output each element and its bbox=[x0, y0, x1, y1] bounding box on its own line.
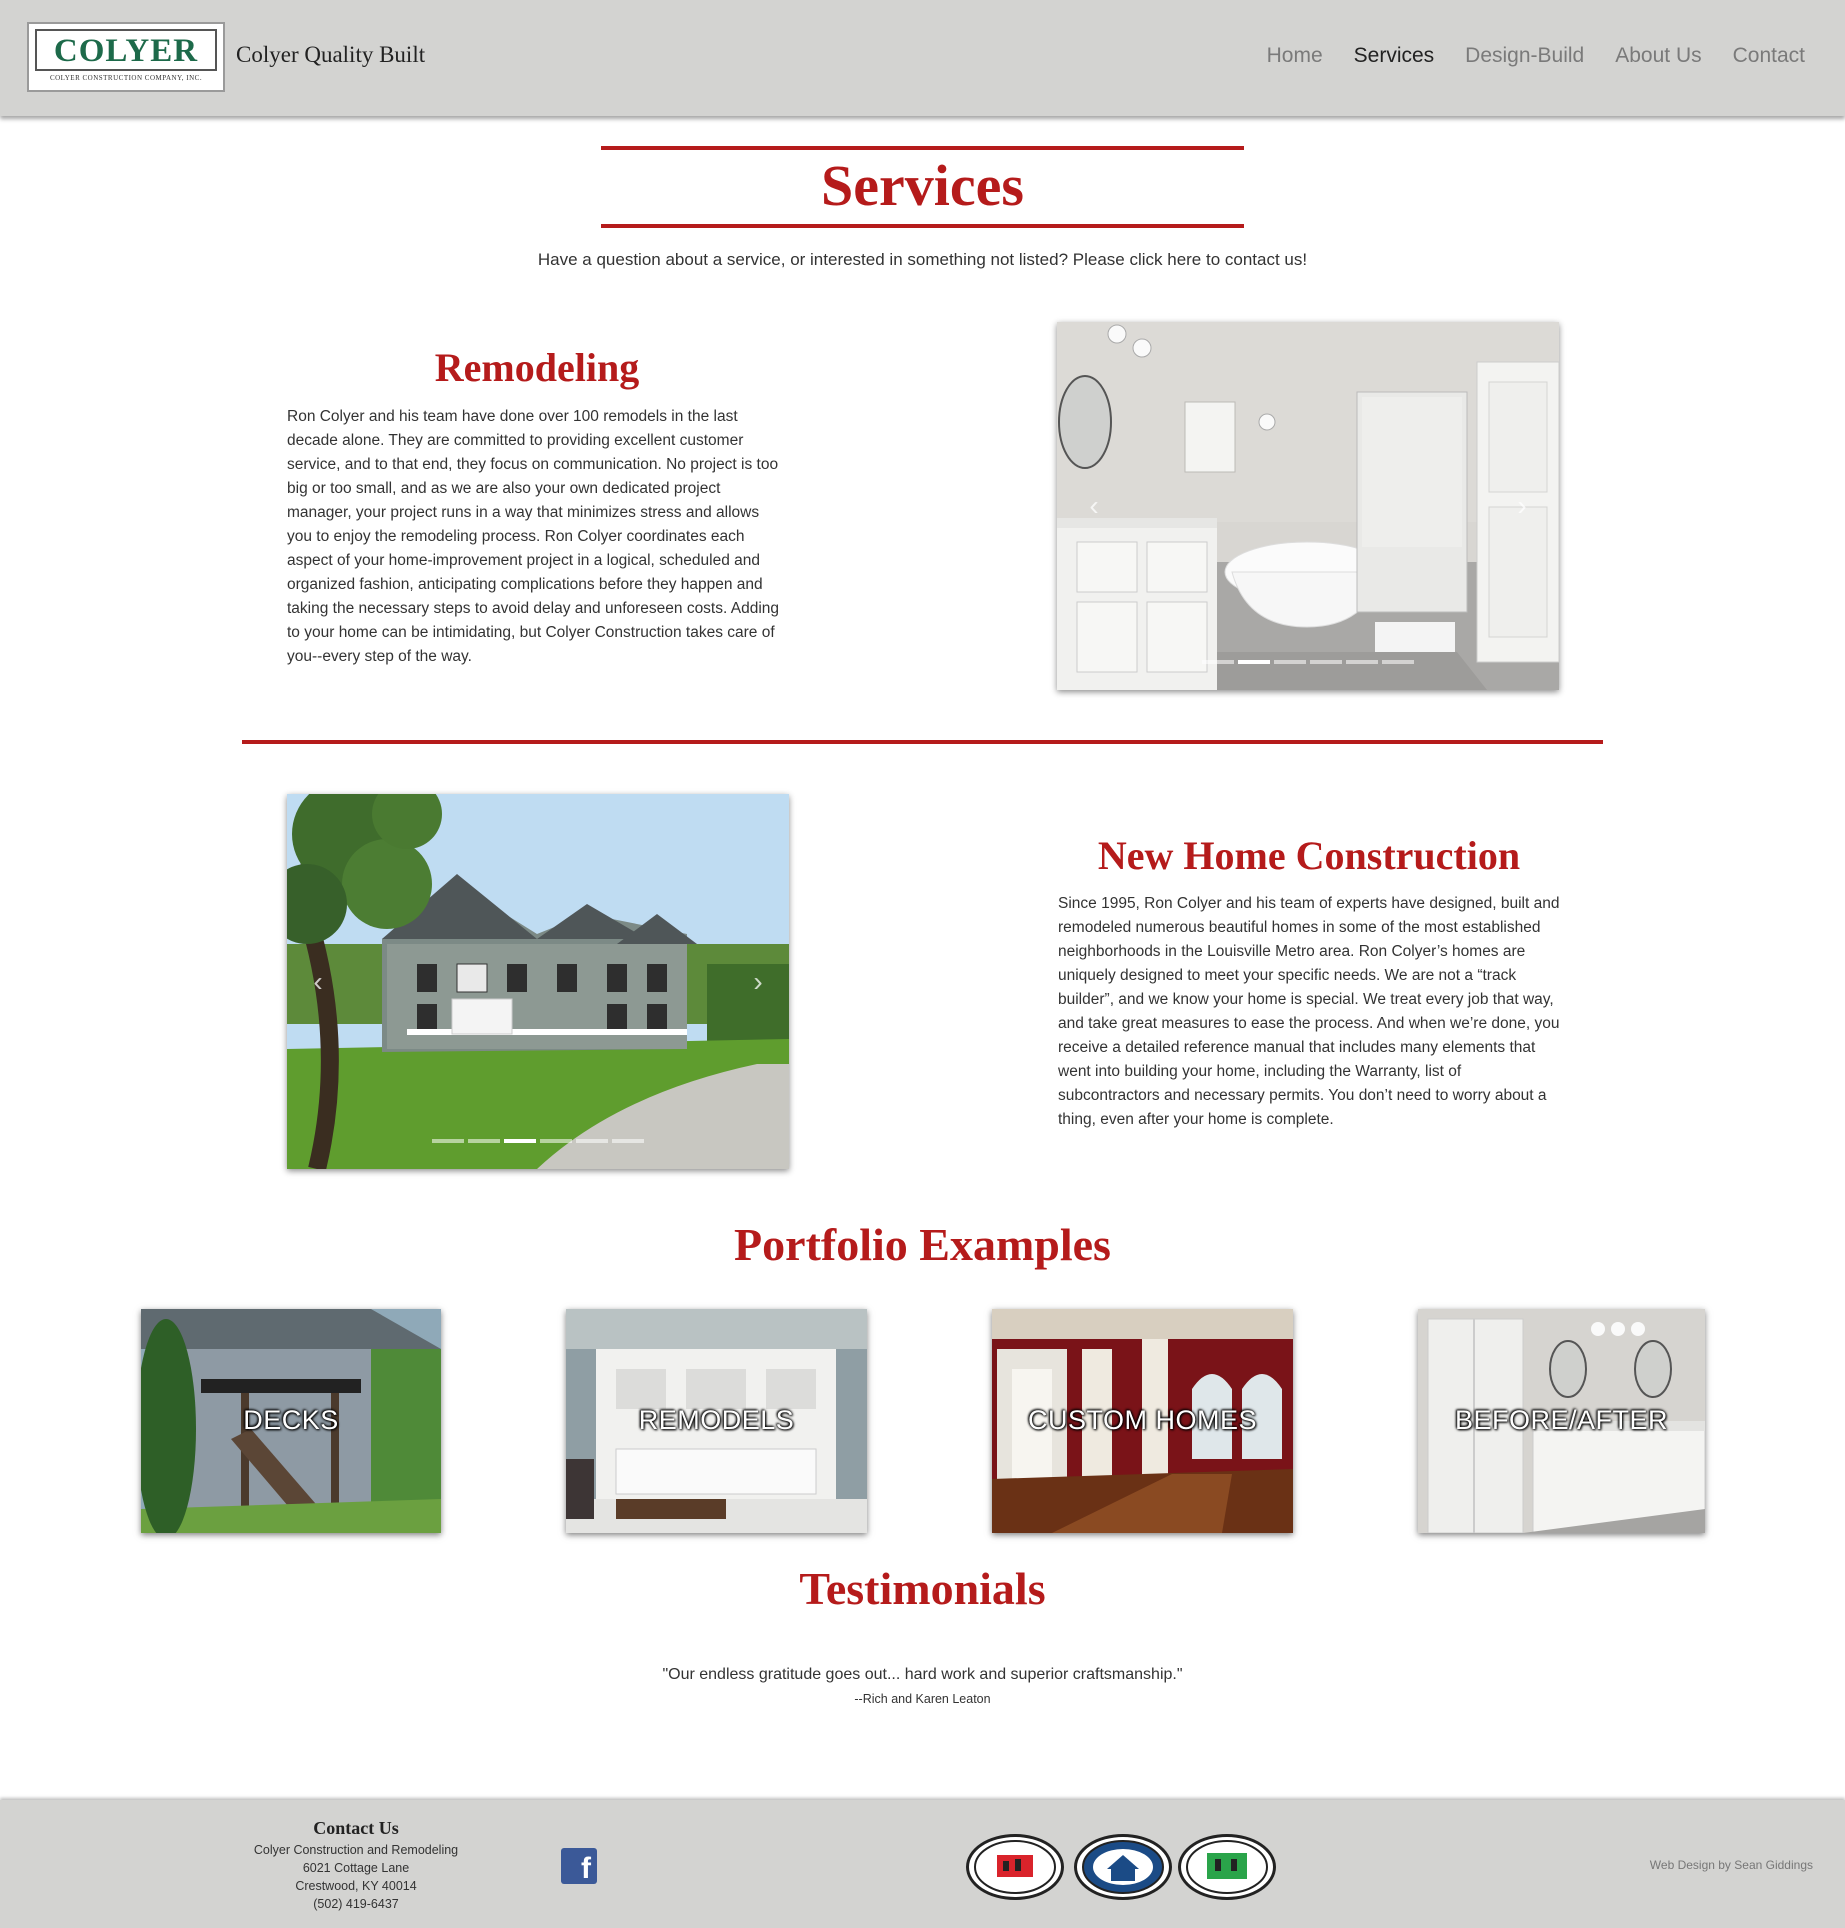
portfolio-heading: Portfolio Examples bbox=[734, 1219, 1111, 1270]
tile-label: REMODELS bbox=[638, 1405, 795, 1435]
testimonial-quote: "Our endless gratitude goes out... hard … bbox=[662, 1666, 1183, 1683]
portfolio-tile-remodels[interactable]: REMODELS bbox=[566, 1309, 867, 1533]
testimonial-author: --Rich and Karen Leaton bbox=[854, 1692, 991, 1706]
title-rule-bottom bbox=[601, 224, 1244, 228]
site-title[interactable]: Colyer Quality Built bbox=[236, 42, 425, 68]
carousel-indicator[interactable] bbox=[1238, 660, 1270, 664]
address-line-2: Crestwood, KY 40014 bbox=[295, 1879, 417, 1893]
nav-contact[interactable]: Contact bbox=[1733, 44, 1805, 68]
carousel-indicator[interactable] bbox=[1202, 660, 1234, 664]
phone-number[interactable]: (502) 419-6437 bbox=[235, 1895, 477, 1913]
tile-label: BEFORE/AFTER bbox=[1454, 1405, 1669, 1435]
carousel-indicator[interactable] bbox=[1382, 660, 1414, 664]
portfolio-tile-custom-homes[interactable]: CUSTOM HOMES bbox=[992, 1309, 1293, 1533]
remodeling-body: Ron Colyer and his team have done over 1… bbox=[287, 408, 780, 665]
intro-before: Have a question about a service, or inte… bbox=[537, 250, 1168, 269]
new-home-carousel[interactable]: ‹ › bbox=[287, 794, 789, 1169]
intro-text: Have a question about a service, or inte… bbox=[0, 250, 1845, 270]
carousel-indicators bbox=[1057, 660, 1559, 664]
nav-home[interactable]: Home bbox=[1267, 44, 1323, 68]
address-line-1: 6021 Cottage Lane bbox=[302, 1861, 410, 1875]
contact-here-link[interactable]: here bbox=[1167, 250, 1201, 269]
company-name: Colyer Construction and Remodeling bbox=[253, 1843, 459, 1857]
company-logo[interactable]: COLYER COLYER CONSTRUCTION COMPANY, INC. bbox=[27, 22, 225, 92]
bathroom-photo bbox=[1057, 322, 1559, 690]
remodeling-heading: Remodeling bbox=[434, 345, 640, 390]
remodeling-carousel[interactable]: ‹ › bbox=[1057, 322, 1559, 690]
carousel-indicator[interactable] bbox=[432, 1139, 464, 1143]
home-builders-kentucky-badge-icon[interactable] bbox=[1074, 1834, 1172, 1900]
carousel-indicator[interactable] bbox=[576, 1139, 608, 1143]
site-header: COLYER COLYER CONSTRUCTION COMPANY, INC.… bbox=[0, 0, 1845, 116]
portfolio-tile-before-after[interactable]: BEFORE/AFTER bbox=[1418, 1309, 1705, 1533]
remodeler-badge-art bbox=[1186, 1840, 1268, 1894]
carousel-indicator[interactable] bbox=[540, 1139, 572, 1143]
house-photo bbox=[287, 794, 789, 1169]
nav-services[interactable]: Services bbox=[1354, 44, 1435, 68]
contact-heading: Contact Us bbox=[313, 1818, 399, 1838]
carousel-indicator[interactable] bbox=[612, 1139, 644, 1143]
bia-badge-art bbox=[974, 1840, 1056, 1894]
carousel-prev-arrow[interactable]: ‹ bbox=[1079, 490, 1109, 522]
logo-subtitle: COLYER CONSTRUCTION COMPANY, INC. bbox=[49, 74, 203, 82]
title-rule-top bbox=[601, 146, 1244, 150]
carousel-next-arrow[interactable]: › bbox=[743, 966, 773, 998]
web-design-credit[interactable]: Web Design by Sean Giddings bbox=[1650, 1858, 1813, 1872]
intro-after: to contact us! bbox=[1201, 250, 1308, 269]
new-home-heading: New Home Construction bbox=[1097, 833, 1521, 878]
carousel-indicator[interactable] bbox=[468, 1139, 500, 1143]
main-nav: Home Services Design-Build About Us Cont… bbox=[1267, 44, 1805, 68]
bia-greater-louisville-badge-icon[interactable] bbox=[966, 1834, 1064, 1900]
nav-about-us[interactable]: About Us bbox=[1615, 44, 1701, 68]
carousel-prev-arrow[interactable]: ‹ bbox=[303, 966, 333, 998]
carousel-indicator[interactable] bbox=[1346, 660, 1378, 664]
section-divider bbox=[242, 740, 1603, 744]
new-home-body: Since 1995, Ron Colyer and his team of e… bbox=[1058, 895, 1560, 1128]
carousel-indicator[interactable] bbox=[1310, 660, 1342, 664]
carousel-indicator[interactable] bbox=[504, 1139, 536, 1143]
logo-wordmark: COLYER bbox=[53, 33, 199, 69]
nav-design-build[interactable]: Design-Build bbox=[1465, 44, 1584, 68]
portfolio-tile-decks[interactable]: DECKS bbox=[141, 1309, 441, 1533]
logo-frame: COLYER bbox=[35, 29, 217, 71]
tile-label: DECKS bbox=[243, 1405, 339, 1435]
carousel-indicator[interactable] bbox=[1274, 660, 1306, 664]
site-footer: Contact Us Colyer Construction and Remod… bbox=[0, 1800, 1845, 1928]
tile-label: CUSTOM HOMES bbox=[1027, 1405, 1257, 1435]
page-title: Services bbox=[821, 153, 1024, 218]
carousel-next-arrow[interactable]: › bbox=[1507, 490, 1537, 522]
carousel-indicators bbox=[287, 1139, 789, 1143]
facebook-icon[interactable]: f bbox=[561, 1848, 597, 1884]
contact-block: Contact Us Colyer Construction and Remod… bbox=[235, 1818, 477, 1913]
hbak-badge-art bbox=[1082, 1840, 1164, 1894]
registered-remodeler-badge-icon[interactable] bbox=[1178, 1834, 1276, 1900]
testimonials-heading: Testimonials bbox=[799, 1563, 1046, 1614]
